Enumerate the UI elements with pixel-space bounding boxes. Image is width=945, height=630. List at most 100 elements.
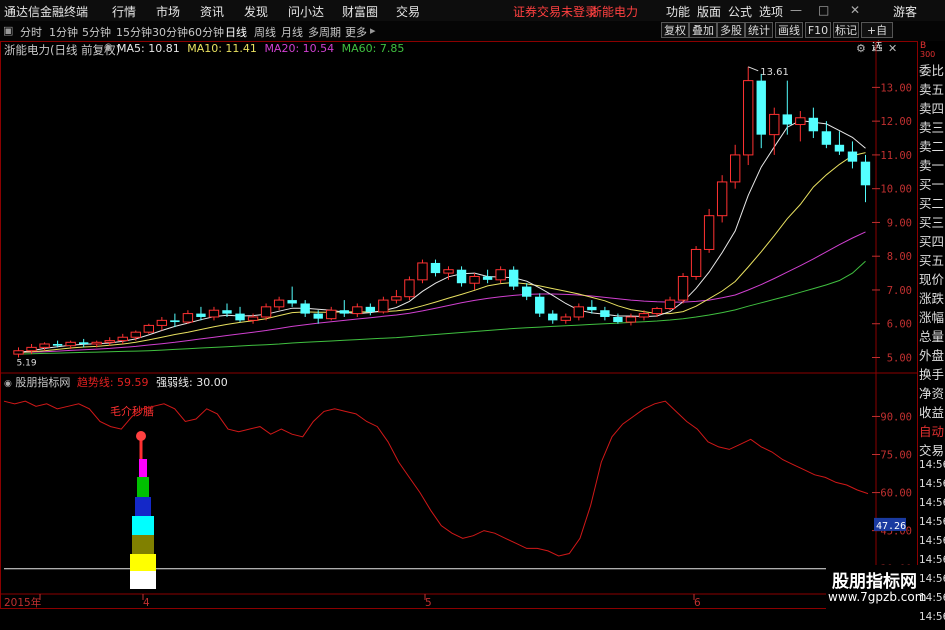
right-panel-item[interactable]: 14:56 <box>919 554 945 573</box>
sub-y-tick-label: 60.00 <box>880 488 912 500</box>
right-panel-item[interactable]: 换手 <box>919 364 945 383</box>
menu-item-layout[interactable]: 版面 <box>697 3 721 20</box>
candle-body <box>222 310 232 314</box>
right-panel-item[interactable]: 委比 <box>919 60 945 79</box>
app-title: 通达信金融终端 <box>4 5 89 19</box>
minimize-icon[interactable]: — <box>790 3 802 17</box>
period-tab-15min[interactable]: 15分钟 <box>116 24 152 40</box>
menu-item-formula[interactable]: 公式 <box>728 3 752 20</box>
candle-body <box>247 316 259 321</box>
right-panel-item[interactable]: 收益 <box>919 402 945 421</box>
x-tick-label: 5 <box>425 597 432 609</box>
candle-body <box>795 117 806 126</box>
candle-body <box>260 306 272 318</box>
candle-body <box>664 299 676 310</box>
right-panel-item[interactable]: 卖一 <box>919 155 945 174</box>
candle-body <box>326 309 337 320</box>
right-panel-item[interactable]: 涨幅 <box>919 307 945 326</box>
candle-body <box>743 80 754 156</box>
signal-block <box>130 554 156 571</box>
menu-item-options[interactable]: 选项 <box>759 3 783 20</box>
right-panel-item[interactable]: 14:56 <box>919 497 945 516</box>
chart-canvas[interactable]: 13.00 12.00 11.00 10.00 9.00 8.00 7.00 6.00 5.00… <box>0 41 918 609</box>
right-panel-item[interactable]: 买三 <box>919 212 945 231</box>
period-bar: ▣ 分时 1分钟 5分钟 15分钟 30分钟 60分钟 日线 周线 月线 多周期… <box>0 21 945 53</box>
right-panel-item[interactable]: 净资 <box>919 383 945 402</box>
period-tab-intraday[interactable]: 分时 <box>20 24 42 40</box>
candle-body <box>52 343 63 346</box>
period-tab-monthly[interactable]: 月线 <box>281 24 303 40</box>
x-tick-label: 2015年 <box>4 596 41 609</box>
y-tick-label: 6.00 <box>887 319 912 331</box>
right-panel-item[interactable]: 自动 <box>919 421 945 440</box>
right-panel-item[interactable]: 14:56 <box>919 516 945 535</box>
more-chevron-icon[interactable]: ▸ <box>370 24 376 37</box>
toolbar-mark-button[interactable]: 标记 <box>833 22 859 38</box>
watermark-url: www.7gpzb.com <box>828 590 927 604</box>
menu-item-trade[interactable]: 交易 <box>396 3 420 20</box>
toolbar-overlay-button[interactable]: 叠加 <box>689 22 717 38</box>
toolbar-stats-button[interactable]: 统计 <box>745 22 773 38</box>
y-tick-label: 8.00 <box>887 251 912 263</box>
signal-block <box>135 497 151 516</box>
right-panel-item[interactable]: 卖三 <box>919 117 945 136</box>
toolbar-draw-button[interactable]: 画线 <box>775 22 803 38</box>
right-panel: B 300 委比 卖五 卖四 卖三 卖二 卖一 买一 买二 买三 买四 买五 现价 涨跌 涨幅 总量 外盘 换手… <box>918 41 945 623</box>
close-icon[interactable]: ✕ <box>850 3 860 17</box>
candle-body <box>313 313 323 319</box>
period-tab-multi[interactable]: 多周期 <box>308 24 341 40</box>
menu-item-function[interactable]: 功能 <box>666 3 690 20</box>
period-icon: ▣ <box>3 24 14 37</box>
period-tab-5min[interactable]: 5分钟 <box>82 24 111 40</box>
right-panel-item[interactable]: 14:56 <box>919 478 945 497</box>
right-panel-item[interactable]: 卖五 <box>919 79 945 98</box>
period-tab-60min[interactable]: 60分钟 <box>188 24 224 40</box>
right-panel-item[interactable]: 交易 <box>919 440 945 459</box>
menu-item-quotes[interactable]: 行情 <box>112 3 136 20</box>
candle-body <box>13 350 24 355</box>
candle-body <box>378 299 389 313</box>
toolbar-multistock-button[interactable]: 多股 <box>717 22 745 38</box>
right-panel-item[interactable]: 14:56 <box>919 459 945 478</box>
period-tab-1min[interactable]: 1分钟 <box>49 24 78 40</box>
menu-item-market[interactable]: 市场 <box>156 3 180 20</box>
candle-body <box>39 343 50 348</box>
menu-item-ask[interactable]: 问小达 <box>288 3 324 20</box>
candle-body <box>104 340 115 343</box>
menu-item-news[interactable]: 资讯 <box>200 3 224 20</box>
maximize-icon[interactable]: □ <box>818 3 829 17</box>
period-tab-30min[interactable]: 30分钟 <box>152 24 188 40</box>
guest-label[interactable]: 游客 <box>893 3 917 20</box>
right-panel-item[interactable]: 买一 <box>919 174 945 193</box>
right-panel-item[interactable]: 14:56 <box>919 535 945 554</box>
right-panel-item[interactable]: 外盘 <box>919 345 945 364</box>
toolbar-fq-button[interactable]: 复权 <box>661 22 689 38</box>
right-panel-item[interactable]: 14:56 <box>919 611 945 630</box>
period-tab-weekly[interactable]: 周线 <box>254 24 276 40</box>
candle-body <box>235 313 245 321</box>
candle-body <box>535 296 545 314</box>
right-panel-item[interactable]: 卖四 <box>919 98 945 117</box>
right-panel-sub-label: 300 <box>920 50 936 59</box>
toolbar-favorite-button[interactable]: +自选 <box>861 22 893 53</box>
right-panel-item[interactable]: 买四 <box>919 231 945 250</box>
period-tab-daily[interactable]: 日线 <box>225 24 247 40</box>
menu-item-discover[interactable]: 发现 <box>244 3 268 20</box>
period-tab-more[interactable]: 更多 <box>345 24 367 40</box>
candle-body <box>287 300 297 304</box>
toolbar-f10-button[interactable]: F10 <box>805 22 831 38</box>
right-panel-item[interactable]: 总量 <box>919 326 945 345</box>
right-panel-item[interactable]: 买五 <box>919 250 945 269</box>
candle-body <box>430 262 441 274</box>
right-panel-item[interactable]: 现价 <box>919 269 945 288</box>
menu-item-wealth[interactable]: 财富圈 <box>342 3 378 20</box>
high-annotation-line <box>748 66 759 72</box>
candle-body <box>495 269 506 281</box>
candle-body <box>638 313 650 318</box>
right-panel-item[interactable]: 涨跌 <box>919 288 945 307</box>
login-status[interactable]: 证券交易未登录 <box>513 3 597 20</box>
signal-block <box>132 516 154 535</box>
candle-body <box>834 144 845 152</box>
right-panel-item[interactable]: 买二 <box>919 193 945 212</box>
right-panel-item[interactable]: 卖二 <box>919 136 945 155</box>
